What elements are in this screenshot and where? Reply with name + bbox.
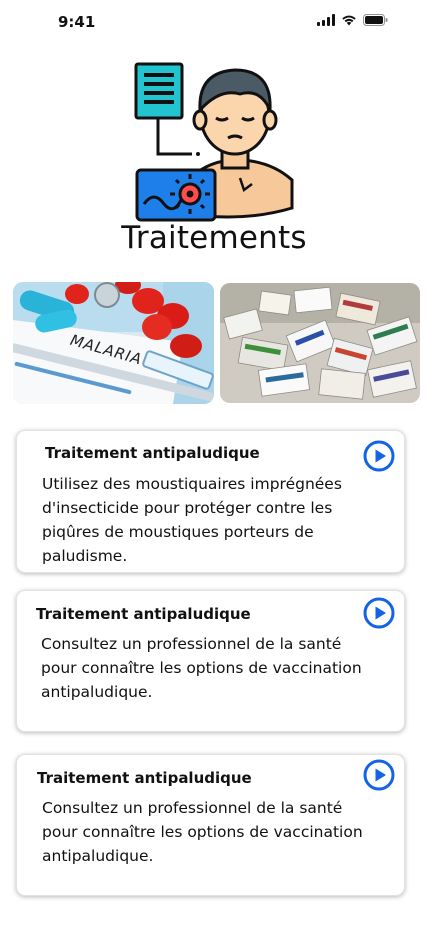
status-time: 9:41 (58, 13, 96, 31)
status-bar: 9:41 (0, 0, 428, 44)
card-title: Traitement antipaludique (37, 769, 252, 787)
treatment-card[interactable]: Traitement antipaludique Consultez un pr… (16, 754, 405, 896)
treatment-card[interactable]: Traitement antipaludique Utilisez des mo… (16, 430, 405, 573)
malaria-photo: MALARIA (13, 282, 214, 404)
card-title: Traitement antipaludique (45, 444, 260, 462)
page-title: Traitements (121, 220, 307, 256)
medicine-boxes-photo (220, 283, 420, 403)
play-icon[interactable] (363, 759, 395, 791)
card-description: Consultez un professionnel de la santé p… (42, 799, 363, 865)
play-icon[interactable] (363, 597, 395, 629)
battery-icon (363, 14, 388, 26)
play-icon[interactable] (363, 440, 395, 472)
card-title: Traitement antipaludique (36, 605, 251, 623)
treatment-card[interactable]: Traitement antipaludique Consultez un pr… (16, 590, 405, 732)
status-icons (317, 14, 388, 26)
card-description: Consultez un professionnel de la santé p… (41, 635, 362, 701)
wifi-icon (342, 15, 356, 26)
cellular-signal-icon (317, 14, 335, 26)
doctor-with-virus-icon (134, 62, 294, 222)
card-description: Utilisez des moustiquaires imprégnées d'… (42, 475, 342, 565)
